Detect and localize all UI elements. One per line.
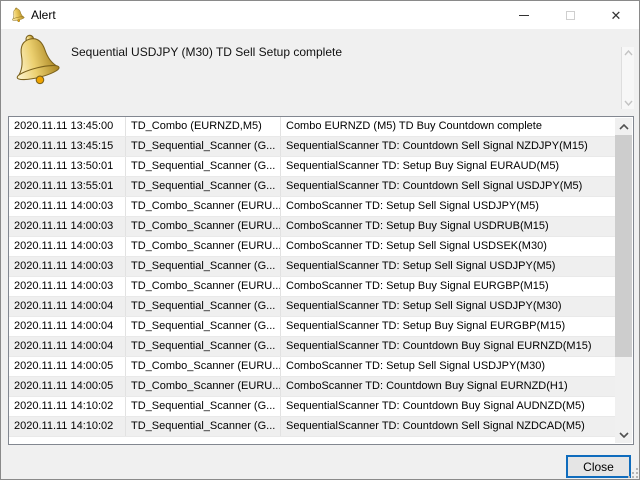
alert-time: 2020.11.11 14:00:05 <box>9 377 126 396</box>
alert-source: TD_Sequential_Scanner (G... <box>126 397 281 416</box>
alert-text: SequentialScanner TD: Setup Sell Signal … <box>286 260 556 272</box>
scroll-up-icon <box>624 50 633 56</box>
alert-source: TD_Combo (EURNZD,M5) <box>126 117 281 136</box>
titlebar[interactable]: Alert ✕ <box>1 1 639 29</box>
alert-text: SequentialScanner TD: Countdown Buy Sign… <box>286 400 585 412</box>
alert-row[interactable]: 2020.11.11 13:45:00 TD_Combo (EURNZD,M5)… <box>9 117 616 137</box>
alert-source: TD_Sequential_Scanner (G... <box>126 317 281 336</box>
alert-bell-icon <box>16 34 60 85</box>
alert-row[interactable]: 2020.11.11 14:00:04 TD_Sequential_Scanne… <box>9 297 616 317</box>
latest-alert-message: Sequential USDJPY (M30) TD Sell Setup co… <box>71 45 343 59</box>
alert-text: Combo EURNZD (M5) TD Buy Countdown compl… <box>286 120 542 132</box>
close-window-button[interactable]: ✕ <box>593 1 639 29</box>
alert-source: TD_Sequential_Scanner (G... <box>126 337 281 356</box>
alert-text: ComboScanner TD: Countdown Buy Signal EU… <box>286 380 568 392</box>
alert-row[interactable]: 2020.11.11 14:00:03 TD_Combo_Scanner (EU… <box>9 197 616 217</box>
alert-source: TD_Sequential_Scanner (G... <box>126 177 281 196</box>
scrollbar-up-button[interactable] <box>615 118 632 135</box>
alert-time: 2020.11.11 14:10:02 <box>9 417 126 436</box>
alert-time: 2020.11.11 14:00:03 <box>9 217 126 236</box>
alert-row[interactable]: 2020.11.11 14:00:03 TD_Sequential_Scanne… <box>9 257 616 277</box>
list-scrollbar[interactable] <box>615 118 632 443</box>
alert-source: TD_Sequential_Scanner (G... <box>126 297 281 316</box>
alert-text: SequentialScanner TD: Countdown Sell Sig… <box>286 180 583 192</box>
alert-text: ComboScanner TD: Setup Sell Signal USDJP… <box>286 200 539 212</box>
scroll-up-icon <box>618 123 629 130</box>
alert-source: TD_Combo_Scanner (EURU... <box>126 197 281 216</box>
alert-text: SequentialScanner TD: Setup Buy Signal E… <box>286 160 560 172</box>
alert-text: SequentialScanner TD: Setup Buy Signal E… <box>286 320 566 332</box>
alert-time: 2020.11.11 14:00:04 <box>9 337 126 356</box>
alert-row[interactable]: 2020.11.11 13:45:15 TD_Sequential_Scanne… <box>9 137 616 157</box>
alert-row[interactable]: 2020.11.11 14:00:04 TD_Sequential_Scanne… <box>9 317 616 337</box>
alert-time: 2020.11.11 14:00:05 <box>9 357 126 376</box>
alert-source: TD_Sequential_Scanner (G... <box>126 157 281 176</box>
alert-source: TD_Combo_Scanner (EURU... <box>126 277 281 296</box>
minimize-button[interactable] <box>501 1 547 29</box>
alert-rows: 2020.11.11 13:45:00 TD_Combo (EURNZD,M5)… <box>9 117 616 444</box>
alert-time: 2020.11.11 14:00:04 <box>9 297 126 316</box>
alert-time: 2020.11.11 13:55:01 <box>9 177 126 196</box>
alert-text: SequentialScanner TD: Setup Sell Signal … <box>286 300 562 312</box>
alert-source: TD_Sequential_Scanner (G... <box>126 137 281 156</box>
alert-text: SequentialScanner TD: Countdown Sell Sig… <box>286 140 588 152</box>
alert-row[interactable]: 2020.11.11 14:00:03 TD_Combo_Scanner (EU… <box>9 277 616 297</box>
scrollbar-thumb[interactable] <box>615 135 632 357</box>
scrollbar-down-button[interactable] <box>615 426 632 443</box>
alert-source: TD_Combo_Scanner (EURU... <box>126 237 281 256</box>
alert-time: 2020.11.11 14:00:03 <box>9 277 126 296</box>
alert-time: 2020.11.11 13:45:00 <box>9 117 126 136</box>
alert-source: TD_Combo_Scanner (EURU... <box>126 357 281 376</box>
alert-text: ComboScanner TD: Setup Buy Signal USDRUB… <box>286 220 549 232</box>
alert-text: SequentialScanner TD: Countdown Sell Sig… <box>286 420 585 432</box>
window-title: Alert <box>31 8 56 22</box>
close-button[interactable]: Close <box>566 455 631 478</box>
scroll-down-icon <box>624 100 633 106</box>
alert-time: 2020.11.11 14:10:02 <box>9 397 126 416</box>
alert-text: SequentialScanner TD: Countdown Buy Sign… <box>286 340 592 352</box>
alert-row[interactable]: 2020.11.11 14:10:02 TD_Sequential_Scanne… <box>9 397 616 417</box>
alert-list: 2020.11.11 13:45:00 TD_Combo (EURNZD,M5)… <box>8 116 634 445</box>
alert-text: ComboScanner TD: Setup Buy Signal EURGBP… <box>286 280 549 292</box>
alert-text: ComboScanner TD: Setup Sell Signal USDSE… <box>286 240 547 252</box>
maximize-button <box>547 1 593 29</box>
maximize-icon <box>565 10 575 20</box>
alert-row[interactable]: 2020.11.11 14:00:03 TD_Combo_Scanner (EU… <box>9 237 616 257</box>
alert-source: TD_Combo_Scanner (EURU... <box>126 377 281 396</box>
alert-time: 2020.11.11 13:50:01 <box>9 157 126 176</box>
alert-row[interactable]: 2020.11.11 14:10:02 TD_Sequential_Scanne… <box>9 417 616 437</box>
alert-time: 2020.11.11 14:00:03 <box>9 257 126 276</box>
bell-icon <box>11 7 25 23</box>
alert-time: 2020.11.11 14:00:04 <box>9 317 126 336</box>
message-scrollbar <box>621 47 634 109</box>
alert-dialog: Alert ✕ Sequential USDJPY (M30) TD Sell … <box>0 0 640 480</box>
alert-time: 2020.11.11 13:45:15 <box>9 137 126 156</box>
scroll-down-icon <box>618 431 629 438</box>
alert-row[interactable]: 2020.11.11 13:50:01 TD_Sequential_Scanne… <box>9 157 616 177</box>
alert-source: TD_Combo_Scanner (EURU... <box>126 217 281 236</box>
alert-row[interactable]: 2020.11.11 14:00:04 TD_Sequential_Scanne… <box>9 337 616 357</box>
minimize-icon <box>519 14 529 16</box>
alert-row[interactable]: 2020.11.11 14:00:03 TD_Combo_Scanner (EU… <box>9 217 616 237</box>
alert-row[interactable]: 2020.11.11 13:55:01 TD_Sequential_Scanne… <box>9 177 616 197</box>
close-icon: ✕ <box>610 7 622 23</box>
alert-source: TD_Sequential_Scanner (G... <box>126 257 281 276</box>
alert-time: 2020.11.11 14:00:03 <box>9 237 126 256</box>
alert-row[interactable]: 2020.11.11 14:00:05 TD_Combo_Scanner (EU… <box>9 357 616 377</box>
alert-time: 2020.11.11 14:00:03 <box>9 197 126 216</box>
alert-source: TD_Sequential_Scanner (G... <box>126 417 281 436</box>
resize-grip[interactable] <box>628 468 640 480</box>
alert-row[interactable]: 2020.11.11 14:00:05 TD_Combo_Scanner (EU… <box>9 377 616 397</box>
alert-text: ComboScanner TD: Setup Sell Signal USDJP… <box>286 360 546 372</box>
